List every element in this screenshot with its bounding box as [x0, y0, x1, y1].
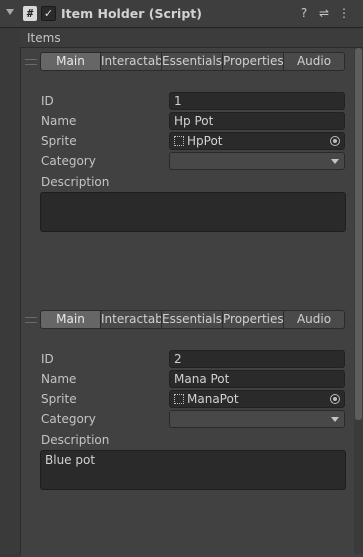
sprite-value: ManaPot: [187, 392, 239, 406]
items-list-title: Items: [27, 31, 61, 45]
list-item: Main Interactable Essentials Properties …: [21, 49, 363, 299]
tab-bar: Main Interactable Essentials Properties …: [40, 52, 345, 71]
tab-audio[interactable]: Audio: [284, 52, 345, 71]
tab-properties[interactable]: Properties: [223, 52, 284, 71]
id-label: ID: [41, 352, 54, 366]
drag-handle-icon[interactable]: [25, 317, 37, 323]
tab-bar: Main Interactable Essentials Properties …: [40, 310, 345, 329]
description-textarea[interactable]: Blue pot: [40, 450, 346, 490]
items-list-header[interactable]: [20, 29, 363, 48]
presets-icon[interactable]: ⇌: [317, 6, 331, 20]
list-item: Main Interactable Essentials Properties …: [21, 307, 363, 557]
drag-handle-icon[interactable]: [25, 59, 37, 65]
sprite-object-field[interactable]: HpPot: [169, 132, 345, 150]
id-label: ID: [41, 94, 54, 108]
chevron-down-icon: [331, 159, 339, 164]
tab-audio[interactable]: Audio: [284, 310, 345, 329]
script-icon: #: [23, 6, 37, 21]
name-label: Name: [41, 372, 77, 386]
category-label: Category: [41, 412, 96, 426]
help-icon[interactable]: ?: [297, 6, 311, 20]
description-label: Description: [41, 433, 110, 447]
category-dropdown[interactable]: [169, 152, 345, 170]
id-field[interactable]: 2: [169, 350, 345, 368]
sprite-label: Sprite: [41, 134, 77, 148]
sprite-label: Sprite: [41, 392, 77, 406]
sprite-icon: [174, 394, 184, 404]
id-field[interactable]: 1: [169, 92, 345, 110]
tab-main[interactable]: Main: [40, 310, 101, 329]
tab-main[interactable]: Main: [40, 52, 101, 71]
component-title: Item Holder (Script): [61, 6, 202, 21]
enable-checkbox[interactable]: ✓: [41, 6, 56, 21]
tab-interactable[interactable]: Interactable: [101, 52, 162, 71]
sprite-object-field[interactable]: ManaPot: [169, 390, 345, 408]
category-dropdown[interactable]: [169, 410, 345, 428]
name-field[interactable]: Hp Pot: [169, 112, 345, 130]
tab-essentials[interactable]: Essentials: [162, 310, 223, 329]
sprite-icon: [174, 136, 184, 146]
object-picker-icon[interactable]: [330, 136, 340, 146]
description-textarea[interactable]: [40, 192, 346, 232]
object-picker-icon[interactable]: [330, 394, 340, 404]
inspector-indent: [0, 29, 20, 554]
foldout-arrow-icon[interactable]: [6, 9, 14, 15]
tab-properties[interactable]: Properties: [223, 310, 284, 329]
kebab-menu-icon[interactable]: ⋮: [337, 6, 351, 20]
scrollbar-thumb[interactable]: [355, 48, 362, 420]
component-header[interactable]: # ✓ Item Holder (Script) ? ⇌ ⋮: [0, 0, 363, 28]
name-label: Name: [41, 114, 77, 128]
name-field[interactable]: Mana Pot: [169, 370, 345, 388]
description-label: Description: [41, 175, 110, 189]
sprite-value: HpPot: [187, 134, 223, 148]
tab-essentials[interactable]: Essentials: [162, 52, 223, 71]
chevron-down-icon: [331, 417, 339, 422]
tab-interactable[interactable]: Interactable: [101, 310, 162, 329]
category-label: Category: [41, 154, 96, 168]
